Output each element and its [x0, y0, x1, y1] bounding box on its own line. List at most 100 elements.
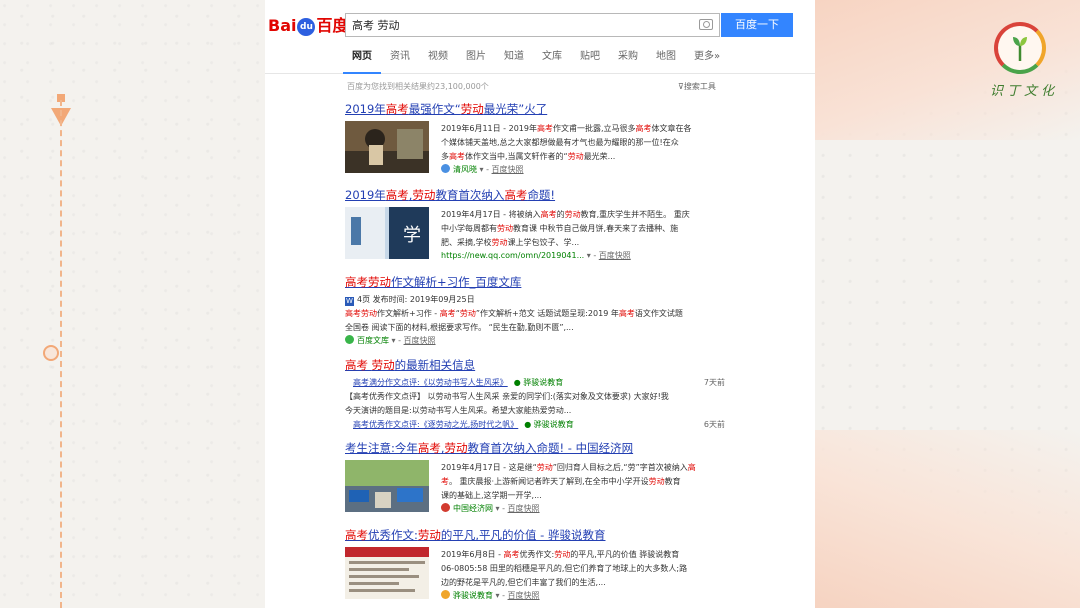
result-source: 百度文库 ▾ - 百度快照 — [345, 335, 725, 346]
keyword-highlight: 劳动 — [547, 406, 564, 415]
snapshot-link[interactable]: 百度快照 — [404, 336, 436, 345]
news-link[interactable]: 高考优秀作文点评:《逐劳动之光,扬时代之帆》 — [353, 420, 518, 429]
tab-item[interactable]: 图片 — [457, 50, 495, 74]
snapshot-link[interactable]: 百度快照 — [508, 591, 540, 600]
search-tools-label: 搜索工具 — [683, 82, 716, 91]
abstract-line: 肥、采摘,学校劳动课上学包饺子、学... — [441, 236, 725, 250]
search-tools-button[interactable]: ⊽搜索工具 — [678, 81, 716, 92]
result-thumbnail[interactable] — [345, 547, 429, 599]
result-item: 2019年高考最强作文“劳动最光荣”火了 2019年6月11日 - 2019年高… — [345, 101, 725, 174]
keyword-highlight: 高考 — [353, 378, 369, 387]
result-title[interactable]: 2019年高考最强作文“劳动最光荣”火了 — [345, 101, 725, 117]
tab-item[interactable]: 视频 — [419, 50, 457, 74]
result-title[interactable]: 高考 劳动的最新相关信息 — [345, 357, 725, 373]
keyword-highlight: 劳动 — [417, 528, 441, 542]
text-span: 边的野花是平凡的,但它们丰富了我们的生活,... — [441, 578, 606, 587]
result-abstract: 2019年6月8日 - 高考优秀作文:劳动的平凡,平凡的价值 骅骏说教育 06-0… — [441, 548, 725, 601]
result-title[interactable]: 考生注意:今年高考,劳动教育首次纳入命题! - 中国经济网 — [345, 440, 725, 456]
text-span: 2019年 — [345, 102, 386, 116]
tab-item[interactable]: 资讯 — [381, 50, 419, 74]
keyword-highlight: 劳动 — [412, 188, 436, 202]
search-button[interactable]: 百度一下 — [721, 13, 793, 37]
keyword-highlight: 劳动 — [497, 224, 513, 233]
snapshot-link[interactable]: 百度快照 — [508, 504, 540, 513]
text-span: 体文章在各 — [651, 124, 692, 133]
tab-item[interactable]: 文库 — [533, 50, 571, 74]
keyword-highlight: 劳动 — [371, 358, 395, 372]
abstract-line: 2019年6月8日 - 高考优秀作文:劳动的平凡,平凡的价值 骅骏说教育 — [441, 548, 725, 562]
text-span: 2019年6月8日 - — [441, 550, 504, 559]
keyword-highlight: 劳动 — [491, 238, 508, 247]
text-span: 的平凡,平凡的价值 - 骅骏说教育 — [440, 528, 606, 542]
keyword-highlight: 劳动 — [435, 378, 452, 387]
text-span: 满分作文点评:《以 — [369, 378, 436, 387]
tab-item[interactable]: 采购 — [609, 50, 647, 74]
search-input[interactable] — [346, 14, 686, 36]
text-span: 肥、采摘,学校 — [441, 238, 492, 247]
text-span: 书写人生风采》 — [451, 378, 508, 387]
keyword-highlight: 高考 — [439, 309, 456, 318]
result-item: 高考劳动作文解析+习作_百度文库 W 4页 发布时间: 2019年09月25日 高… — [345, 274, 725, 346]
abstract-line: 2019年4月17日 - 这是继“劳动”回归育人目标之后,“劳”字首次被纳入高 — [441, 461, 725, 475]
snapshot-link[interactable]: 百度快照 — [599, 251, 631, 260]
result-title[interactable]: 2019年高考,劳动教育首次纳入高考命题! — [345, 187, 725, 203]
result-abstract: 2019年4月17日 - 这是继“劳动”回归育人目标之后,“劳”字首次被纳入高考… — [441, 461, 725, 514]
result-source: 中国经济网 ▾ - 百度快照 — [441, 503, 725, 514]
text-span: 优秀作文: — [368, 528, 418, 542]
logo-text-left: Bai — [268, 16, 297, 35]
keyword-highlight: 劳动 — [536, 463, 553, 472]
wenku-icon — [345, 335, 354, 344]
result-meta: W 4页 发布时间: 2019年09月25日 — [345, 295, 475, 306]
keyword-highlight: 高考 — [618, 309, 635, 318]
tab-item[interactable]: 地图 — [647, 50, 685, 74]
result-source: https://new.qq.com/omn/2019041... ▾ - 百度… — [441, 251, 631, 260]
snapshot-link[interactable]: 百度快照 — [492, 165, 524, 174]
text-span: 作文解析+习作 - — [377, 309, 440, 318]
keyword-highlight: 高考 — [540, 210, 557, 219]
tab-item[interactable]: 更多» — [685, 50, 729, 74]
paw-icon: du — [297, 17, 316, 36]
text-span: 书写人生风采 亲爱的同学们:(落实对象及文体要求) 大家好!我 — [451, 392, 669, 401]
keyword-highlight: 高考 — [353, 420, 369, 429]
keyword-highlight: 考 — [441, 477, 449, 486]
keyword-highlight: 高考 — [635, 124, 652, 133]
result-source: 骅骏说教育 ▾ - 百度快照 — [441, 590, 725, 601]
decorative-dashed-line — [60, 100, 62, 608]
tab-item[interactable]: 知道 — [495, 50, 533, 74]
baidu-logo[interactable]: Bai du 百度 — [268, 12, 349, 38]
keyword-highlight: 高考 — [345, 528, 368, 542]
keyword-highlight: 劳动 — [567, 152, 584, 161]
text-span: 语文作文试题 — [634, 309, 683, 318]
news-time: 7天前 — [703, 378, 725, 387]
text-span: ... — [563, 406, 572, 415]
source-icon — [441, 164, 450, 173]
text-span: 命题! — [527, 188, 556, 202]
text-span: 考生注意:今年 — [345, 441, 418, 455]
tab-item[interactable]: 网页 — [343, 50, 381, 74]
text-span: 教育课 中秋节自己做月饼,春天来了去播种、施 — [513, 224, 679, 233]
result-thumbnail[interactable] — [345, 460, 429, 512]
result-count: 百度为您找到相关结果约23,100,000个 — [347, 82, 489, 91]
text-span: 2019年4月17日 - 这是继“ — [441, 463, 537, 472]
text-span: 课的基础上,这学期一开学,... — [441, 491, 542, 500]
background-peach-bottom — [815, 430, 1080, 608]
text-span: 优秀作文点评:《逐 — [369, 420, 436, 429]
tab-item[interactable]: 贴吧 — [571, 50, 609, 74]
result-item: 高考优秀作文:劳动的平凡,平凡的价值 - 骅骏说教育 2019年6月8日 - 高… — [345, 527, 725, 600]
result-title[interactable]: 高考优秀作文:劳动的平凡,平凡的价值 - 骅骏说教育 — [345, 527, 725, 543]
keyword-highlight: 劳动 — [460, 102, 484, 116]
news-link[interactable]: 高考满分作文点评:《以劳动书写人生风采》 — [353, 378, 508, 387]
keyword-highlight: 高考 — [536, 124, 553, 133]
text-span: ”回归育人目标之后,“劳”字首次被纳入 — [552, 463, 688, 472]
text-span: 【 — [345, 392, 353, 401]
result-thumbnail[interactable] — [345, 121, 429, 173]
abstract-line: 高考劳动作文解析+习作 - 高考“劳动”作文解析+范文 话题试题呈现:2019 … — [345, 307, 725, 321]
text-span: 作文甫一批露,立马很多 — [552, 124, 636, 133]
text-span: 优秀作文点评】 以 — [369, 392, 436, 401]
news-time: 6天前 — [703, 420, 725, 429]
text-span: 今天演讲的题目是:以 — [345, 406, 420, 415]
result-thumbnail[interactable]: 学 — [345, 207, 429, 259]
keyword-highlight: 高考 — [504, 188, 528, 202]
camera-icon[interactable] — [699, 19, 713, 30]
result-title[interactable]: 高考劳动作文解析+习作_百度文库 — [345, 274, 725, 290]
